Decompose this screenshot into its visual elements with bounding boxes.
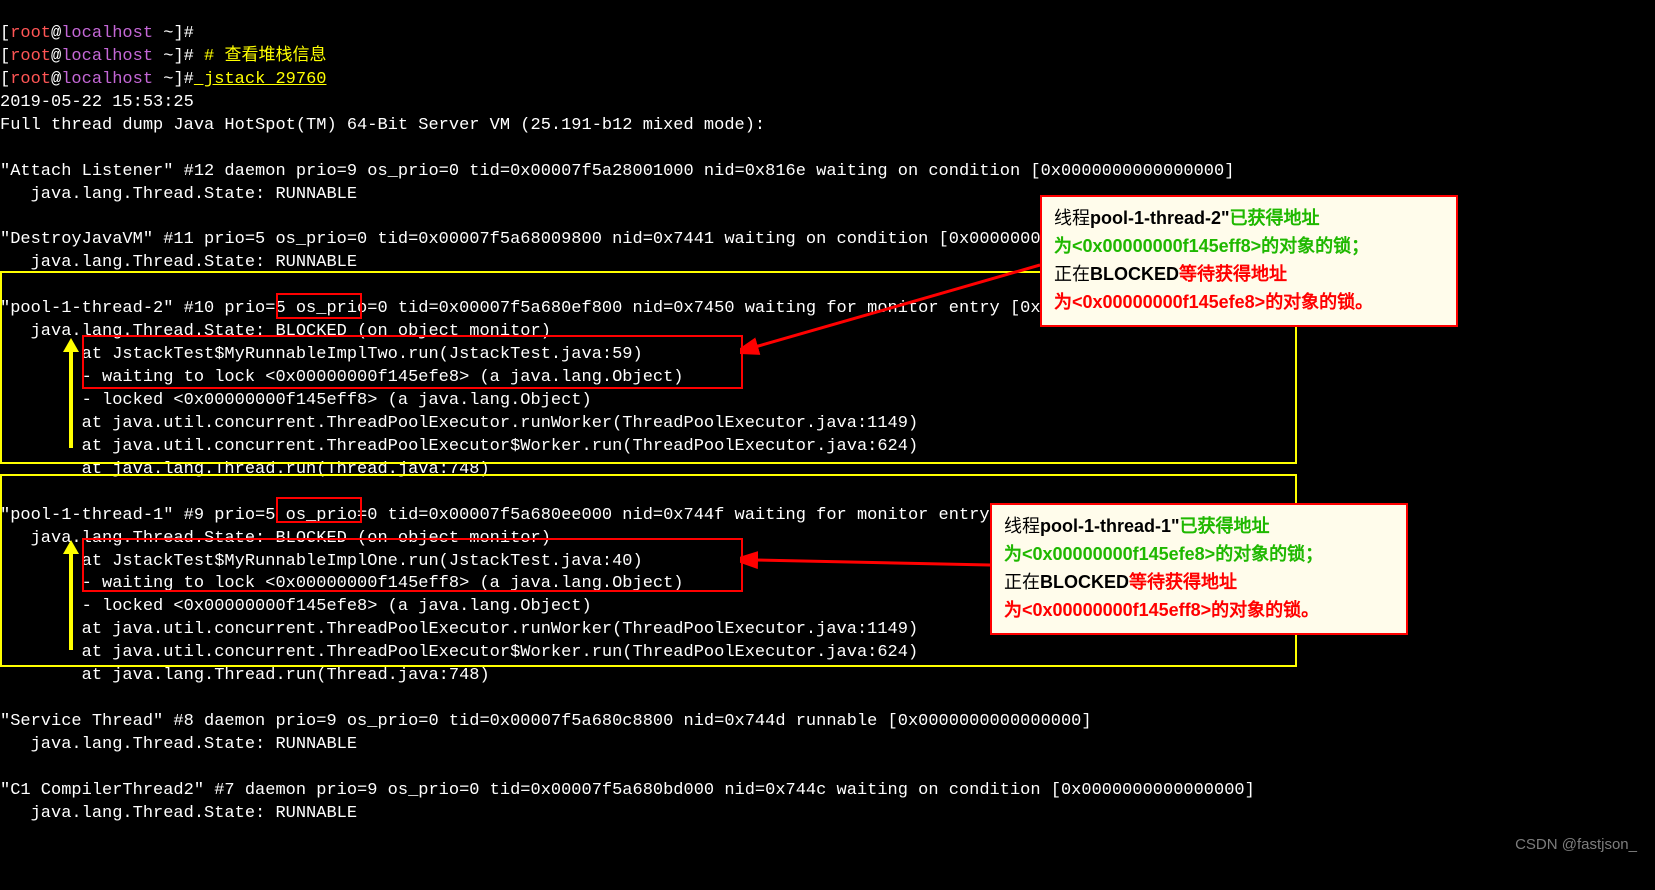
line-thread-run: at java.lang.Thread.run(Thread.java:748): [0, 460, 490, 479]
prompt-bracket: [: [0, 70, 10, 89]
note-text: 的对象的锁；: [1261, 236, 1369, 256]
line-tpexec-worker: at java.util.concurrent.ThreadPoolExecut…: [0, 643, 918, 662]
prompt-close: ]#: [173, 24, 193, 43]
note-text: 为: [1004, 600, 1022, 620]
line-pool2-header: "pool-1-thread-2" #10 prio=5 os_prio=0 t…: [0, 299, 1214, 318]
line-state-runnable: java.lang.Thread.State: RUNNABLE: [0, 735, 357, 754]
annotation-thread2: 线程pool-1-thread-2"已获得地址 为<0x00000000f145…: [1040, 195, 1458, 327]
line-pool2-waiting: - waiting to lock <0x00000000f145efe8> (…: [0, 368, 684, 387]
prompt-at: @: [51, 70, 61, 89]
prompt-close: ]#: [173, 47, 193, 66]
note-address: <0x00000000f145eff8>: [1072, 236, 1261, 256]
note-text: 为: [1054, 292, 1072, 312]
line-state-runnable: java.lang.Thread.State: RUNNABLE: [0, 804, 357, 823]
line-pool1-locked: - locked <0x00000000f145efe8> (a java.la…: [0, 597, 592, 616]
cmd-comment: # 查看堆栈信息: [194, 47, 327, 66]
prompt-user: root: [10, 24, 51, 43]
prompt-tilde: ~: [153, 47, 173, 66]
note-text: 为: [1054, 236, 1072, 256]
note-text: 正在: [1054, 264, 1090, 284]
cmd-jstack: jstack 29760: [194, 70, 327, 89]
line-pool1-waiting: - waiting to lock <0x00000000f145eff8> (…: [0, 574, 684, 593]
prompt-close: ]#: [173, 70, 193, 89]
line-state-runnable: java.lang.Thread.State: RUNNABLE: [0, 253, 357, 272]
prompt-at: @: [51, 47, 61, 66]
note-address: <0x00000000f145eff8>: [1022, 600, 1211, 620]
note-text: 正在: [1004, 572, 1040, 592]
line-compiler-thread: "C1 CompilerThread2" #7 daemon prio=9 os…: [0, 781, 1255, 800]
prompt-at: @: [51, 24, 61, 43]
prompt-tilde: ~: [153, 70, 173, 89]
prompt-tilde: ~: [153, 24, 173, 43]
line-tpexec-worker: at java.util.concurrent.ThreadPoolExecut…: [0, 437, 918, 456]
note-text: 的对象的锁；: [1215, 544, 1323, 564]
note-blocked: BLOCKED: [1090, 264, 1179, 284]
note-text: 已获得地址: [1230, 208, 1320, 228]
note-text: 等待获得地址: [1129, 572, 1237, 592]
line-state-blocked: java.lang.Thread.State: BLOCKED (on obje…: [0, 529, 551, 548]
note-text: 的对象的锁。: [1211, 600, 1319, 620]
line-state-runnable: java.lang.Thread.State: RUNNABLE: [0, 185, 357, 204]
prompt-bracket: [: [0, 24, 10, 43]
annotation-thread1: 线程pool-1-thread-1"已获得地址 为<0x00000000f145…: [990, 503, 1408, 635]
line-state-blocked: java.lang.Thread.State: BLOCKED (on obje…: [0, 322, 551, 341]
cmd-blank: [194, 24, 204, 43]
prompt-host: localhost: [61, 70, 153, 89]
prompt-bracket: [: [0, 47, 10, 66]
line-service-thread: "Service Thread" #8 daemon prio=9 os_pri…: [0, 712, 1092, 731]
note-text: 的对象的锁。: [1265, 292, 1373, 312]
note-text: 线程: [1054, 208, 1090, 228]
prompt-user: root: [10, 47, 51, 66]
line-timestamp: 2019-05-22 15:53:25: [0, 93, 194, 112]
line-pool2-at: at JstackTest$MyRunnableImplTwo.run(Jsta…: [0, 345, 643, 364]
note-text: 已获得地址: [1180, 516, 1270, 536]
line-attach-listener: "Attach Listener" #12 daemon prio=9 os_p…: [0, 162, 1234, 181]
terminal-output: [root@localhost ~]# [root@localhost ~]# …: [0, 0, 1655, 826]
note-thread-name: pool-1-thread-1": [1040, 516, 1180, 536]
line-destroy-vm: "DestroyJavaVM" #11 prio=5 os_prio=0 tid…: [0, 230, 1143, 249]
line-tpexec-runworker: at java.util.concurrent.ThreadPoolExecut…: [0, 414, 918, 433]
line-thread-run: at java.lang.Thread.run(Thread.java:748): [0, 666, 490, 685]
line-pool2-locked: - locked <0x00000000f145eff8> (a java.la…: [0, 391, 592, 410]
prompt-host: localhost: [61, 24, 153, 43]
line-tpexec-runworker: at java.util.concurrent.ThreadPoolExecut…: [0, 620, 918, 639]
line-pool1-at: at JstackTest$MyRunnableImplOne.run(Jsta…: [0, 552, 643, 571]
note-address: <0x00000000f145efe8>: [1022, 544, 1215, 564]
note-text: 为: [1004, 544, 1022, 564]
note-blocked: BLOCKED: [1040, 572, 1129, 592]
note-text: 等待获得地址: [1179, 264, 1287, 284]
line-dump-header: Full thread dump Java HotSpot(TM) 64-Bit…: [0, 116, 765, 135]
note-address: <0x00000000f145efe8>: [1072, 292, 1265, 312]
watermark: CSDN @fastjson_: [1515, 835, 1637, 855]
note-thread-name: pool-1-thread-2": [1090, 208, 1230, 228]
prompt-host: localhost: [61, 47, 153, 66]
note-text: 线程: [1004, 516, 1040, 536]
prompt-user: root: [10, 70, 51, 89]
